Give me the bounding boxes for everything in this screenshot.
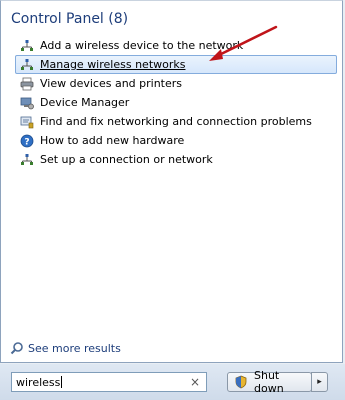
shut-down-options-button[interactable]: ▸: [311, 372, 328, 392]
see-more-results-link[interactable]: See more results: [10, 341, 121, 355]
result-label: Find and fix networking and connection p…: [40, 115, 312, 128]
result-item-setup-connection[interactable]: Set up a connection or network: [15, 150, 337, 169]
svg-text:?: ?: [24, 137, 29, 147]
result-item-device-manager[interactable]: Device Manager: [15, 93, 337, 112]
see-more-label: See more results: [28, 341, 121, 355]
bottom-bar: wireless × Shut down ▸: [0, 364, 345, 400]
wireless-network-icon: [21, 39, 33, 51]
shut-down-label: Shut down: [254, 369, 284, 395]
result-label: View devices and printers: [40, 77, 183, 90]
result-item-view-devices-printers[interactable]: View devices and printers: [15, 74, 337, 93]
result-item-manage-wireless-networks[interactable]: Manage wireless networks: [15, 55, 337, 74]
wireless-network-icon: [21, 153, 33, 165]
wireless-network-icon: [21, 58, 33, 70]
troubleshoot-icon: [20, 116, 34, 128]
chevron-right-icon: ▸: [317, 377, 322, 387]
shut-down-button[interactable]: Shut down: [227, 369, 312, 395]
search-input[interactable]: wireless ×: [11, 372, 207, 392]
result-label: How to add new hardware: [40, 134, 185, 147]
result-item-find-fix-networking[interactable]: Find and fix networking and connection p…: [15, 112, 337, 131]
printer-icon: [20, 77, 34, 90]
result-item-how-to-add-hardware[interactable]: ? How to add new hardware: [15, 131, 337, 150]
shield-icon: [235, 375, 247, 389]
annotation-arrow: [209, 25, 278, 61]
result-label: Device Manager: [40, 96, 130, 109]
results-list: Add a wireless device to the network Man…: [15, 36, 337, 169]
search-icon: [10, 342, 23, 355]
text-caret: [61, 376, 63, 388]
result-label: Manage wireless networks: [40, 58, 186, 71]
clear-search-icon[interactable]: ×: [190, 375, 200, 389]
section-header-control-panel[interactable]: Control Panel (8): [11, 11, 128, 27]
result-label: Set up a connection or network: [40, 153, 213, 166]
help-icon: ?: [20, 134, 34, 147]
start-menu-results-panel: Control Panel (8) Add a wireless device …: [0, 0, 343, 363]
result-item-add-wireless-device[interactable]: Add a wireless device to the network: [15, 36, 337, 55]
device-manager-icon: [20, 97, 34, 109]
search-input-value: wireless: [16, 375, 61, 389]
